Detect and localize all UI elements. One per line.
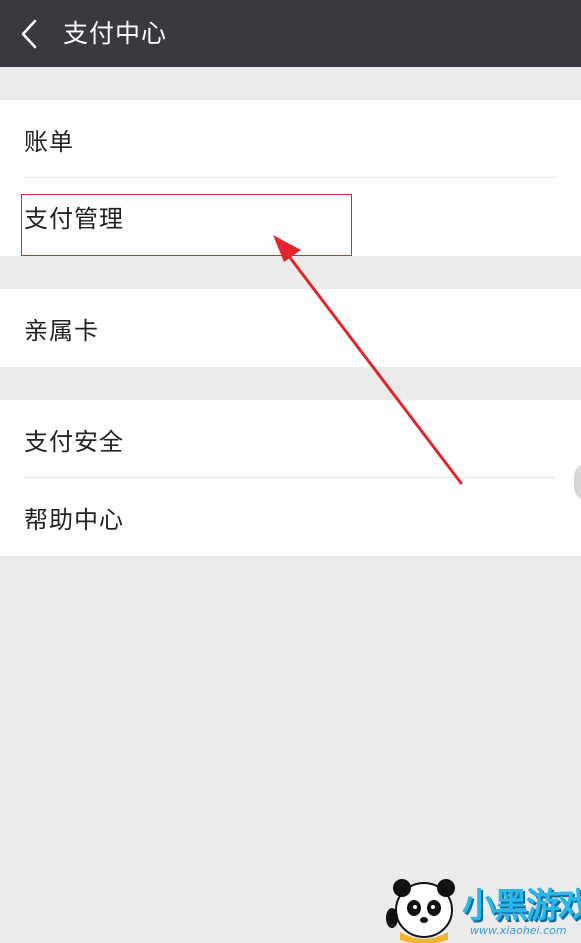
menu-item-bill[interactable]: 账单 (0, 100, 581, 178)
top-navigation-bar: 支付中心 (0, 0, 581, 67)
payment-center-page: 支付中心 账单 支付管理 亲属卡 支付安全 帮助中心 小黑游戏 www.xiao… (0, 0, 581, 943)
menu-group-security: 支付安全 帮助中心 (0, 400, 581, 556)
menu-item-label: 支付安全 (24, 427, 124, 456)
watermark-brand: 小黑游戏 (462, 886, 581, 926)
menu-item-label: 亲属卡 (24, 316, 99, 345)
menu-item-label: 账单 (24, 127, 74, 156)
menu-item-label: 支付管理 (24, 204, 124, 233)
menu-group-billing: 账单 支付管理 (0, 100, 581, 256)
menu-item-label: 帮助中心 (24, 505, 124, 534)
menu-item-family-card[interactable]: 亲属卡 (0, 289, 581, 367)
watermark-url: www.xiaohei.com (470, 924, 567, 937)
menu-item-payment-management[interactable]: 支付管理 (0, 178, 581, 256)
site-watermark: 小黑游戏 www.xiaohei.com (384, 870, 581, 943)
back-button[interactable] (0, 0, 58, 67)
chevron-left-icon (19, 19, 39, 49)
menu-item-payment-security[interactable]: 支付安全 (0, 400, 581, 478)
page-title: 支付中心 (63, 19, 168, 48)
menu-item-help-center[interactable]: 帮助中心 (0, 478, 581, 556)
menu-group-family-card: 亲属卡 (0, 289, 581, 367)
panda-logo-icon (386, 879, 455, 943)
